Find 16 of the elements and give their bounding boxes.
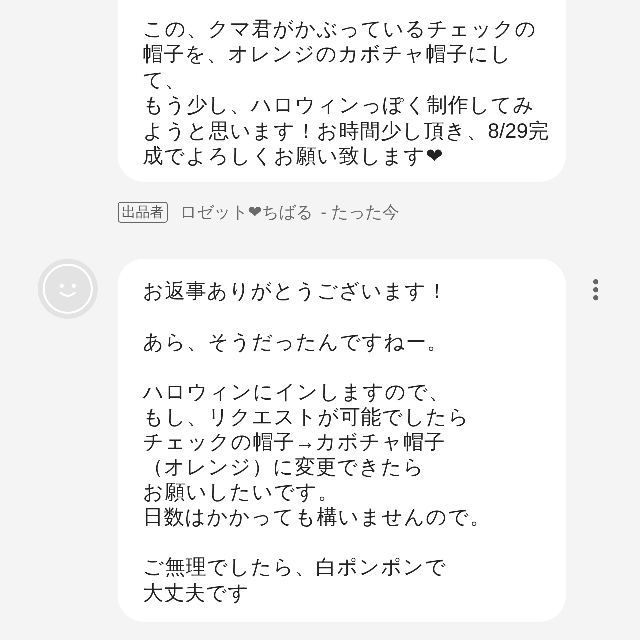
message-text: （オレンジ）に変更できたら [143,455,426,480]
message-text: チェックの帽子→カボチャ帽子 [143,430,447,456]
seller-badge: 出品者 [118,202,168,223]
message-text: もし、リクエストが可能でしたら [143,404,471,430]
message-text: お返事ありがとうございます！ [143,279,449,305]
message-text: 日数はかかっても構いませんので。 [143,505,492,530]
message-text: 大丈夫です [143,580,251,606]
message-time: - たった今 [321,202,400,224]
more-menu-icon[interactable] [592,278,600,302]
message-text: お願いしたいです。 [143,480,340,506]
message-text: ご無理でしたら、白ポンポンで [143,555,448,581]
message-text: あら、そうだったんですねー。 [143,330,449,355]
message-text: この、クマ君がかぶっているチェックの帽子を、オレンジのカボチャ帽子にして、 [143,17,538,94]
message-text: もう少し、ハロウィンっぽく制作してみようと思います！お時間少し頂き、8/29完成でよろしくお願い致します❤ [143,93,550,170]
sender-name: ロゼット❤ちばる [180,202,313,224]
message-text: ハロウィンにインしますので、 [143,380,451,405]
